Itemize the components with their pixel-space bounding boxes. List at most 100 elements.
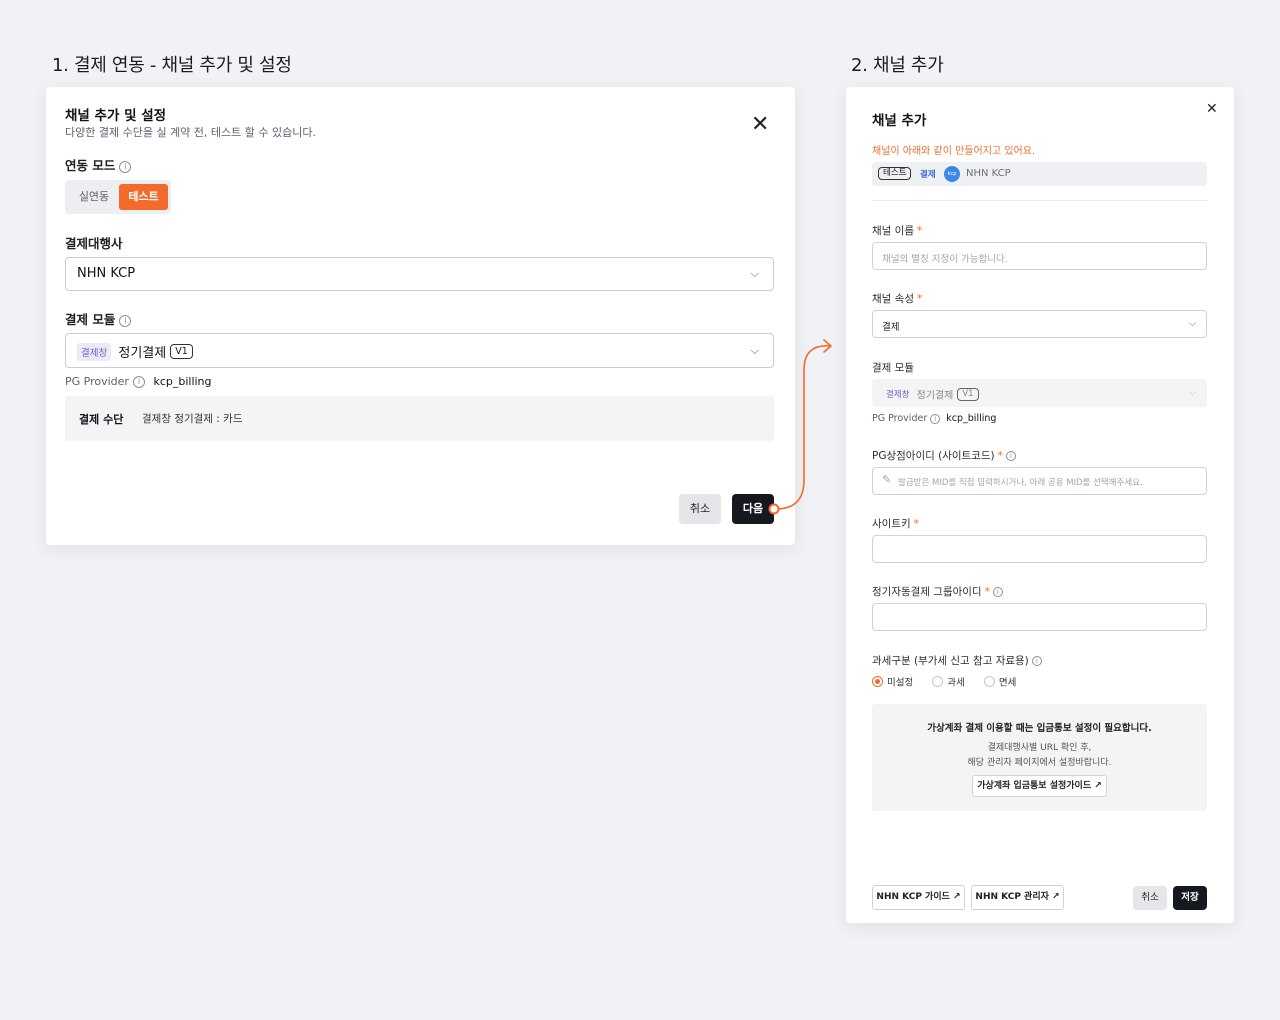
channel-preview: 테스트 결제 kcp NHN KCP (872, 162, 1207, 186)
mid-label: PG상점아이디 (사이트코드) * i (872, 448, 1016, 463)
chevron-down-icon: ⌵ (750, 267, 759, 280)
chevron-down-icon: ⌵ (1189, 388, 1196, 398)
channel-name-label: 채널 이름 * (872, 223, 922, 238)
required-mark: * (916, 225, 923, 237)
mode-label-text: 연동 모드 (65, 158, 116, 173)
required-mark: * (916, 293, 923, 305)
close-icon[interactable]: ✕ (1206, 102, 1218, 116)
chevron-down-icon: ⌵ (750, 344, 759, 357)
info-icon[interactable]: i (992, 587, 1003, 597)
module-select-value: 결제창 정기결제 V1 (882, 386, 979, 402)
group-id-label: 정기자동결제 그룹아이디 * i (872, 584, 1003, 599)
kcp-guide-button[interactable]: NHN KCP 가이드 ↗ (872, 885, 965, 910)
mode-test-option[interactable]: 테스트 (119, 184, 168, 210)
pg-provider-row: PG Provider i kcp_billing (872, 413, 996, 424)
channel-attr-label: 채널 속성 * (872, 291, 922, 306)
module-select-value: 결제창 정기결제 V1 (77, 342, 193, 361)
module-label: 결제 모듈 i (65, 309, 132, 328)
mode-label: 연동 모드 i (65, 155, 132, 174)
payment-method-label: 결제 수단 (79, 413, 124, 426)
channel-attr-value: 결제 (882, 322, 900, 333)
kcp-logo-icon: kcp (944, 166, 960, 182)
module-label: 결제 모듈 (872, 362, 914, 374)
mode-chip: 테스트 (878, 167, 912, 180)
tax-exempt-label: 면세 (998, 677, 1017, 689)
tax-label-text: 과세구분 (부가세 신고 참고 자료용) (872, 655, 1029, 667)
preview-notice: 채널이 아래와 같이 만들어지고 있어요. (872, 146, 1036, 157)
site-key-label-text: 사이트키 (872, 518, 911, 530)
mode-live-option[interactable]: 실연동 (71, 184, 117, 210)
modal-subtitle: 다양한 결제 수단을 실 계약 전, 테스트 할 수 있습니다. (65, 126, 316, 139)
payment-method-value: 결제창 정기결제 : 카드 (142, 413, 243, 425)
payment-method-box: 결제 수단 결제창 정기결제 : 카드 (65, 396, 774, 441)
step1-title: 1. 결제 연동 - 채널 추가 및 설정 (52, 55, 292, 76)
module-select[interactable]: 결제창 정기결제 V1 ⌵ (65, 333, 774, 368)
site-key-label: 사이트키 * (872, 516, 919, 531)
close-icon[interactable]: ✕ (751, 114, 769, 136)
save-button[interactable]: 저장 (1173, 886, 1207, 910)
pg-select-value: NHN KCP (77, 266, 136, 281)
tax-radio-taxable[interactable]: 과세 (932, 671, 965, 690)
kcp-admin-button[interactable]: NHN KCP 관리자 ↗ (971, 885, 1064, 910)
notice-line-2: 해당 관리자 페이지에서 설정바랍니다. (967, 758, 1112, 768)
module-value: 정기결제 (118, 346, 167, 361)
channel-attr-select[interactable]: 결제 ⌵ (872, 310, 1207, 338)
type-chip: 결제 (920, 170, 936, 180)
info-icon[interactable]: i (132, 376, 145, 388)
mode-toggle: 실연동 테스트 (65, 180, 171, 214)
notice-guide-button[interactable]: 가상계좌 입금통보 설정가이드 ↗ (972, 775, 1107, 797)
group-id-label-text: 정기자동결제 그룹아이디 (872, 586, 982, 598)
radio-selected-icon (872, 676, 883, 687)
required-mark: * (913, 518, 919, 530)
tax-radio-unset[interactable]: 미설정 (872, 671, 913, 690)
channel-name-input[interactable]: 채널의 별칭 지정이 가능합니다. (872, 242, 1207, 270)
pg-select[interactable]: NHN KCP ⌵ (65, 257, 774, 291)
add-channel-modal: 채널 추가 ✕ 채널이 아래와 같이 만들어지고 있어요. 테스트 결제 kcp… (846, 87, 1234, 923)
mid-input[interactable]: ✎ 발급받은 MID를 직접 입력하시거나, 아래 공용 MID를 선택해주세요… (872, 467, 1207, 495)
radio-icon (932, 676, 944, 687)
version-badge: V1 (170, 344, 193, 359)
mid-placeholder: 발급받은 MID를 직접 입력하시거나, 아래 공용 MID를 선택해주세요. (898, 478, 1143, 488)
cancel-button[interactable]: 취소 (679, 494, 721, 524)
module-label-text: 결제 모듈 (65, 312, 116, 327)
info-icon[interactable]: i (930, 413, 941, 424)
modal-title: 채널 추가 및 설정 (65, 108, 167, 124)
pg-provider-value: kcp_billing (153, 375, 212, 388)
pg-label: 결제대행사 (65, 236, 123, 251)
tax-radio-group: 미설정 과세 면세 (872, 671, 1016, 690)
pg-provider-row: PG Provider i kcp_billing (65, 375, 212, 388)
tax-taxable-label: 과세 (947, 677, 965, 689)
required-mark: * (997, 450, 1003, 462)
pg-provider-label: PG Provider (65, 375, 129, 388)
modal-title: 채널 추가 (872, 113, 927, 129)
module-tag: 결제창 (886, 390, 910, 400)
step2-title: 2. 채널 추가 (851, 55, 944, 76)
required-mark: * (984, 586, 990, 598)
group-id-input[interactable] (872, 603, 1207, 631)
tax-label: 과세구분 (부가세 신고 참고 자료용) i (872, 653, 1042, 668)
info-icon[interactable]: i (119, 160, 132, 173)
chevron-down-icon: ⌵ (1189, 319, 1196, 329)
channel-setup-modal: 채널 추가 및 설정 다양한 결제 수단을 실 계약 전, 테스트 할 수 있습… (46, 87, 795, 545)
divider (872, 200, 1207, 201)
site-key-input[interactable] (872, 535, 1207, 563)
info-icon[interactable]: i (1031, 656, 1042, 666)
mid-label-text: PG상점아이디 (사이트코드) (872, 450, 995, 462)
channel-name-placeholder: 채널의 별칭 지정이 가능합니다. (882, 254, 1008, 265)
pg-name: NHN KCP (966, 168, 1011, 179)
cancel-button[interactable]: 취소 (1133, 886, 1167, 910)
channel-attr-label-text: 채널 속성 (872, 293, 914, 305)
module-select: 결제창 정기결제 V1 ⌵ (872, 379, 1207, 407)
notice-title: 가상계좌 결제 이용할 때는 입금통보 설정이 필요합니다. (927, 723, 1152, 734)
channel-name-label-text: 채널 이름 (872, 225, 914, 237)
pg-provider-label: PG Provider (872, 413, 928, 424)
radio-icon (983, 676, 995, 687)
module-tag: 결제창 (77, 342, 112, 361)
virtual-account-notice: 가상계좌 결제 이용할 때는 입금통보 설정이 필요합니다. 결제대행사별 UR… (872, 704, 1207, 811)
module-value: 정기결제 (916, 390, 954, 402)
version-badge: V1 (957, 387, 979, 401)
tax-radio-exempt[interactable]: 면세 (983, 671, 1017, 690)
pencil-icon: ✎ (882, 473, 892, 486)
info-icon[interactable]: i (1005, 451, 1016, 461)
info-icon[interactable]: i (119, 314, 132, 327)
